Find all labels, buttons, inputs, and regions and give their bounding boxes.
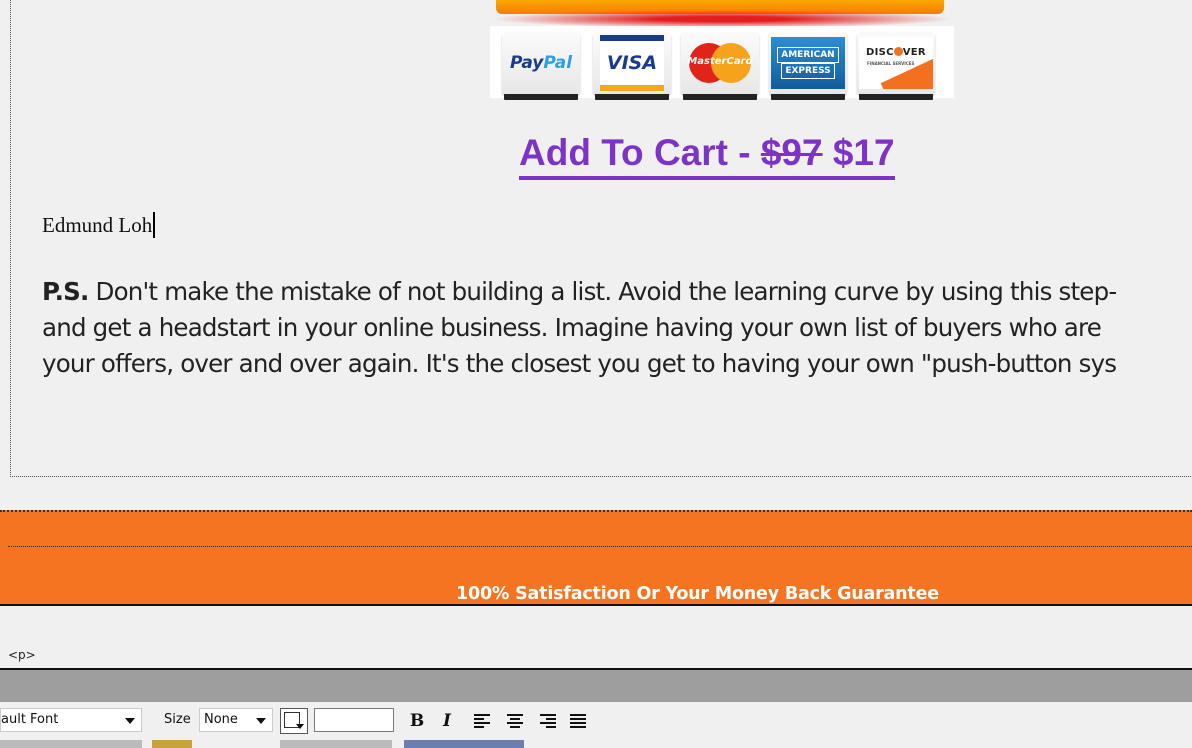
link-icon[interactable] (152, 740, 192, 748)
font-family-value: ault Font (1, 712, 59, 727)
ps-line-1-text: Don't make the mistake of not building a… (88, 277, 1118, 306)
mastercard-icon: MasterCard (681, 32, 759, 94)
align-justify-icon (570, 713, 588, 729)
ps-line-1: P.S. Don't make the mistake of not build… (42, 274, 1192, 310)
ps-line-2: and get a headstart in your online busin… (42, 313, 1102, 342)
text-color-button[interactable] (280, 708, 308, 734)
font-size-value: None (204, 712, 238, 727)
visa-icon: VISA (593, 32, 671, 94)
toolbar-second-row (0, 738, 1192, 748)
chevron-down-icon (256, 718, 266, 724)
toolbar-row2-field[interactable] (0, 740, 142, 748)
chevron-down-icon (125, 718, 135, 724)
paypal-pay-text: Pay (509, 53, 544, 73)
toolbar-row2-field-2[interactable] (280, 740, 392, 748)
guarantee-section[interactable]: 100% Satisfaction Or Your Money Back Gua… (0, 510, 1192, 606)
guarantee-heading: 100% Satisfaction Or Your Money Back Gua… (456, 584, 939, 604)
ps-line-3: your offers, over and over again. It's t… (42, 349, 1117, 378)
new-price: $17 (832, 132, 895, 173)
align-justify-button[interactable] (568, 710, 590, 732)
discover-text-right: VER (902, 47, 926, 58)
formatting-toolbar: ault Font Size None B I (0, 702, 1192, 748)
discover-icon: DISC VER FINANCIAL SERVICES (857, 32, 935, 94)
align-center-icon (506, 713, 524, 729)
editor-gray-bar (0, 670, 1192, 702)
paypal-pal-text: Pal (543, 53, 573, 73)
size-label: Size (164, 712, 191, 727)
paypal-icon: Pay Pal (502, 32, 580, 94)
align-center-button[interactable] (504, 710, 526, 732)
ps-paragraph[interactable]: P.S. Don't make the mistake of not build… (42, 274, 1192, 382)
align-left-button[interactable] (472, 710, 494, 732)
align-left-icon (474, 713, 492, 729)
font-family-select[interactable]: ault Font (0, 708, 142, 732)
add-to-cart-link[interactable]: Add To Cart - $97 $17 (519, 130, 895, 180)
ps-label: P.S. (42, 277, 89, 306)
amex-line2: EXPRESS (781, 63, 835, 79)
signature-name: Edmund Loh (42, 213, 153, 237)
amex-icon: AMERICAN EXPRESS (769, 32, 847, 94)
align-right-button[interactable] (536, 710, 558, 732)
html-tag-path[interactable]: <p> (8, 648, 36, 662)
list-icons[interactable] (404, 740, 524, 748)
discover-subtext: FINANCIAL SERVICES (867, 61, 915, 66)
payment-cards-image: Pay Pal VISA MasterCard AMERICAN EXPRESS … (490, 26, 954, 98)
align-right-icon (538, 713, 556, 729)
add-to-cart-label: Add To Cart - (519, 132, 761, 173)
font-size-select[interactable]: None (199, 708, 273, 732)
section-boundary (8, 546, 1192, 547)
amex-line1: AMERICAN (777, 47, 839, 63)
bold-button[interactable]: B (406, 710, 428, 732)
visa-text: VISA (606, 52, 658, 74)
text-cursor (153, 212, 156, 238)
italic-button[interactable]: I (436, 710, 458, 732)
signature-text[interactable]: Edmund Loh (42, 212, 156, 238)
mastercard-text: MasterCard (687, 56, 753, 67)
color-value-input[interactable] (314, 708, 394, 732)
discover-text-left: DISC (866, 47, 894, 58)
old-price: $97 (760, 132, 823, 173)
